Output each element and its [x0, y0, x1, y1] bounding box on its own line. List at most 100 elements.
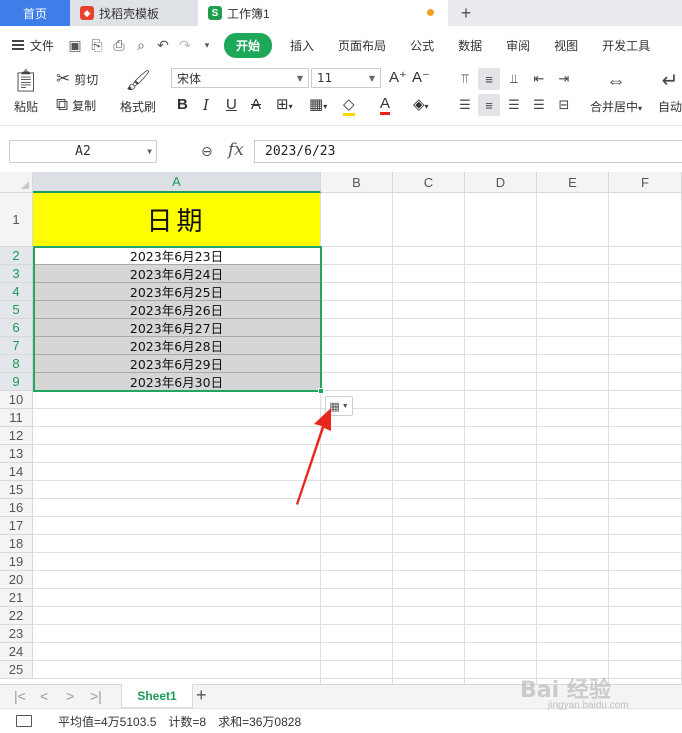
menu-formulas[interactable]: 公式	[398, 37, 446, 54]
row-header-23[interactable]: 23	[0, 625, 33, 643]
bold-icon[interactable]: B	[177, 96, 188, 113]
align-middle-icon[interactable]: ≡	[478, 68, 500, 90]
format-painter-button[interactable]: 🖌︎ 格式刷	[120, 68, 156, 115]
menu-insert[interactable]: 插入	[278, 37, 326, 54]
menu-start[interactable]: 开始	[224, 32, 273, 58]
home-tab[interactable]: 首页	[0, 0, 70, 26]
print-icon[interactable]: ⎙	[108, 34, 130, 56]
align-right-icon[interactable]: ☰	[503, 94, 525, 116]
spreadsheet-grid[interactable]: A B C D E F 1 2 3 4 5 6 7 8 9 10 11 12 13 14 15 16 17 18 19 20 21 2…	[0, 172, 682, 684]
status-view-icon[interactable]	[16, 715, 32, 727]
row-header-10[interactable]: 10	[0, 391, 33, 409]
align-top-icon[interactable]: ⫪	[454, 68, 476, 90]
row-header-7[interactable]: 7	[0, 337, 33, 355]
file-menu[interactable]: 文件	[12, 37, 54, 54]
menu-data[interactable]: 数据	[446, 37, 494, 54]
column-header-c[interactable]: C	[393, 172, 465, 193]
row-header-8[interactable]: 8	[0, 355, 33, 373]
cell-a5[interactable]: 2023年6月26日	[33, 301, 320, 319]
menu-developer[interactable]: 开发工具	[590, 37, 662, 54]
copy-button[interactable]: ⧉ 复制	[56, 96, 96, 114]
font-name-select[interactable]: 宋体 ▼	[171, 68, 309, 88]
cut-button[interactable]: ✂ 剪切	[56, 70, 98, 88]
cell-a9[interactable]: 2023年6月30日	[33, 373, 320, 391]
underline-icon[interactable]: U	[226, 96, 237, 113]
font-size-select[interactable]: 11 ▼	[311, 68, 381, 88]
auto-fill-options-button[interactable]: ▦ ▼	[325, 396, 353, 416]
row-header-21[interactable]: 21	[0, 589, 33, 607]
cell-a8[interactable]: 2023年6月29日	[33, 355, 320, 373]
borders-icon[interactable]: ⊞▾	[276, 95, 293, 113]
row-header-16[interactable]: 16	[0, 499, 33, 517]
row-header-4[interactable]: 4	[0, 283, 33, 301]
row-header-13[interactable]: 13	[0, 445, 33, 463]
fx-icon[interactable]: fx	[228, 140, 244, 160]
clear-format-icon[interactable]: ◈▾	[413, 95, 429, 113]
menu-page-layout[interactable]: 页面布局	[326, 37, 398, 54]
menu-view[interactable]: 视图	[542, 37, 590, 54]
paste-button[interactable]: 📋︎ 粘贴	[12, 68, 40, 115]
row-header-14[interactable]: 14	[0, 463, 33, 481]
next-sheet-icon[interactable]: >	[66, 688, 74, 704]
row-header-12[interactable]: 12	[0, 427, 33, 445]
justify-icon[interactable]: ☰	[528, 94, 550, 116]
column-header-e[interactable]: E	[537, 172, 609, 193]
column-header-b[interactable]: B	[321, 172, 393, 193]
strikethrough-icon[interactable]: A	[251, 96, 261, 113]
sheet-tab-sheet1[interactable]: Sheet1	[121, 684, 193, 708]
row-header-5[interactable]: 5	[0, 301, 33, 319]
templates-tab[interactable]: ◆ 找稻壳模板	[70, 0, 198, 26]
menu-review[interactable]: 审阅	[494, 37, 542, 54]
column-header-d[interactable]: D	[465, 172, 537, 193]
undo-icon[interactable]: ↶	[152, 34, 174, 56]
auto-wrap-button[interactable]: ↵ 自动	[658, 68, 682, 115]
align-center-icon[interactable]: ≡	[478, 94, 500, 116]
zoom-search-icon[interactable]: ⊖	[201, 143, 213, 160]
row-header-3[interactable]: 3	[0, 265, 33, 283]
prev-sheet-icon[interactable]: <	[40, 688, 48, 704]
quick-access-dropdown-icon[interactable]: ▾	[196, 34, 218, 56]
italic-icon[interactable]: I	[203, 96, 209, 114]
row-header-11[interactable]: 11	[0, 409, 33, 427]
column-header-a[interactable]: A	[33, 172, 321, 193]
cell-style-icon[interactable]: ▦▾	[309, 95, 327, 113]
row-header-1[interactable]: 1	[0, 193, 33, 247]
select-all-corner[interactable]	[0, 172, 33, 193]
row-header-2[interactable]: 2	[0, 247, 33, 265]
row-header-20[interactable]: 20	[0, 571, 33, 589]
cell-a3[interactable]: 2023年6月24日	[33, 265, 320, 283]
row-header-15[interactable]: 15	[0, 481, 33, 499]
increase-indent-icon[interactable]: ⇥	[553, 68, 575, 90]
decrease-font-icon[interactable]: A⁻	[412, 68, 430, 86]
cell-a2[interactable]: 2023年6月23日	[33, 247, 320, 265]
row-header-9[interactable]: 9	[0, 373, 33, 391]
workbook-tab[interactable]: S 工作簿1	[198, 0, 448, 26]
row-header-22[interactable]: 22	[0, 607, 33, 625]
name-box[interactable]: A2 ▼	[9, 140, 157, 163]
row-header-19[interactable]: 19	[0, 553, 33, 571]
cell-a7[interactable]: 2023年6月28日	[33, 337, 320, 355]
print-preview-icon[interactable]: ⌕	[130, 34, 152, 56]
fill-handle[interactable]	[318, 388, 324, 394]
row-header-17[interactable]: 17	[0, 517, 33, 535]
font-color-icon[interactable]: A	[380, 95, 391, 115]
formula-input[interactable]: 2023/6/23	[254, 140, 682, 163]
last-sheet-icon[interactable]: >|	[90, 688, 102, 704]
decrease-indent-icon[interactable]: ⇤	[528, 68, 550, 90]
row-header-18[interactable]: 18	[0, 535, 33, 553]
distribute-icon[interactable]: ⊟	[553, 94, 575, 116]
fill-color-icon[interactable]: ◇	[343, 95, 355, 116]
row-header-25[interactable]: 25	[0, 661, 33, 679]
column-header-f[interactable]: F	[609, 172, 682, 193]
cell-a1-header[interactable]: 日期	[33, 193, 320, 246]
redo-icon[interactable]: ↷	[174, 34, 196, 56]
first-sheet-icon[interactable]: |<	[14, 688, 26, 704]
cell-a4[interactable]: 2023年6月25日	[33, 283, 320, 301]
row-header-6[interactable]: 6	[0, 319, 33, 337]
align-bottom-icon[interactable]: ⫫	[503, 68, 525, 90]
merge-center-button[interactable]: ⇔ 合并居中▾	[590, 68, 642, 115]
add-sheet-button[interactable]: +	[196, 685, 207, 706]
save-icon[interactable]: ▣	[64, 34, 86, 56]
row-header-24[interactable]: 24	[0, 643, 33, 661]
export-icon[interactable]: ⎘	[86, 34, 108, 56]
